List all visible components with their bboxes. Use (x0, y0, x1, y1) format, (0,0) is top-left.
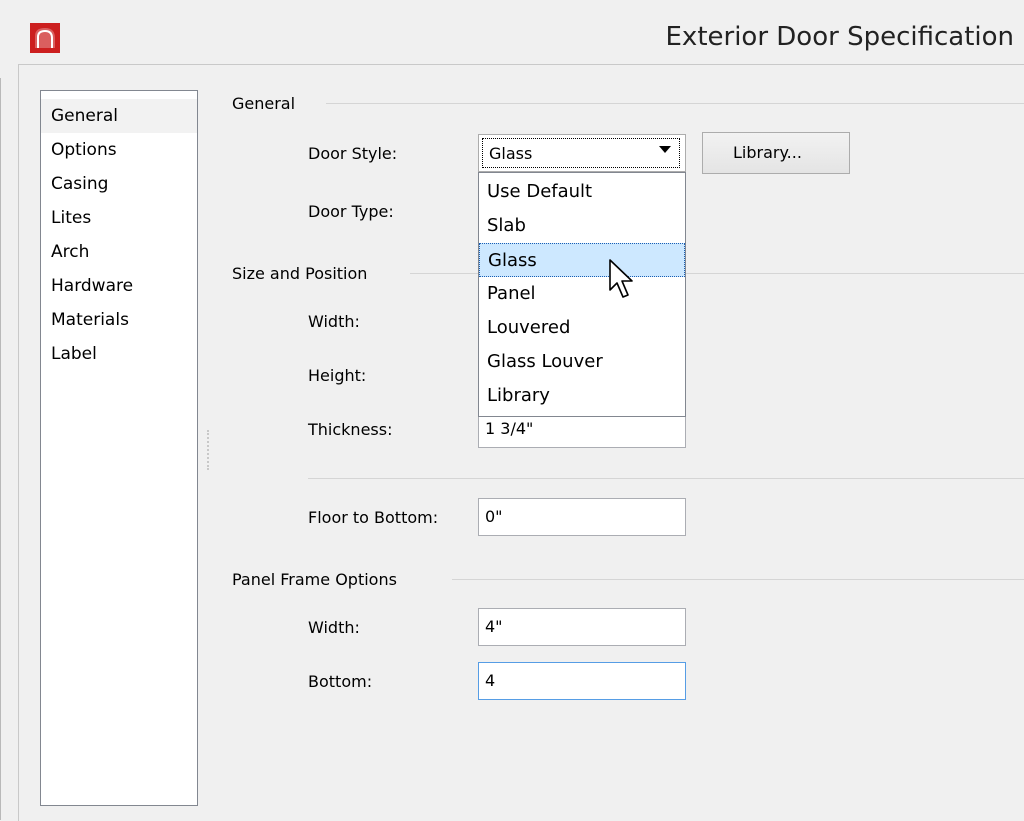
door-style-value: Glass (489, 144, 533, 163)
floor-to-bottom-label: Floor to Bottom: (308, 508, 439, 527)
dropdown-option-use-default[interactable]: Use Default (479, 175, 685, 209)
nav-item-options[interactable]: Options (41, 133, 197, 167)
group-divider (326, 103, 1024, 104)
panel-bottom-field[interactable]: 4 (478, 662, 686, 700)
group-header-general: General (232, 94, 296, 113)
mouse-pointer-icon (609, 259, 633, 298)
dropdown-option-library[interactable]: Library (479, 379, 685, 413)
panel-width-field[interactable]: 4" (478, 608, 686, 646)
panel-width-label: Width: (308, 618, 360, 637)
dropdown-option-louvered[interactable]: Louvered (479, 311, 685, 345)
chevron-down-icon[interactable] (659, 146, 671, 153)
nav-item-general[interactable]: General (41, 99, 197, 133)
door-style-dropdown-list[interactable]: Use Default Slab Glass Panel Louvered Gl… (478, 172, 686, 417)
door-type-label: Door Type: (308, 202, 394, 221)
library-button[interactable]: Library... (702, 132, 850, 174)
group-header-panel-frame: Panel Frame Options (232, 570, 397, 589)
focus-rect: Glass (482, 138, 680, 168)
splitter-grip[interactable] (207, 430, 211, 470)
width-label: Width: (308, 312, 360, 331)
category-list[interactable]: General Options Casing Lites Arch Hardwa… (40, 90, 198, 806)
panel-bottom-label: Bottom: (308, 672, 373, 691)
nav-item-hardware[interactable]: Hardware (41, 269, 197, 303)
height-label: Height: (308, 366, 367, 385)
thickness-label: Thickness: (308, 420, 393, 439)
floor-to-bottom-field[interactable]: 0" (478, 498, 686, 536)
section-separator (308, 478, 1024, 479)
door-style-select[interactable]: Glass (478, 134, 686, 172)
nav-item-materials[interactable]: Materials (41, 303, 197, 337)
dropdown-option-glass-louver[interactable]: Glass Louver (479, 345, 685, 379)
dropdown-option-glass[interactable]: Glass (479, 243, 685, 277)
group-divider (452, 579, 1024, 580)
nav-item-lites[interactable]: Lites (41, 201, 197, 235)
window-title: Exterior Door Specification (665, 22, 1015, 52)
dropdown-option-panel[interactable]: Panel (479, 277, 685, 311)
group-header-size-position: Size and Position (232, 264, 368, 283)
dropdown-option-slab[interactable]: Slab (479, 209, 685, 243)
nav-item-label[interactable]: Label (41, 337, 197, 371)
app-logo-icon (30, 23, 60, 53)
door-style-label: Door Style: (308, 144, 398, 163)
nav-item-arch[interactable]: Arch (41, 235, 197, 269)
nav-item-casing[interactable]: Casing (41, 167, 197, 201)
